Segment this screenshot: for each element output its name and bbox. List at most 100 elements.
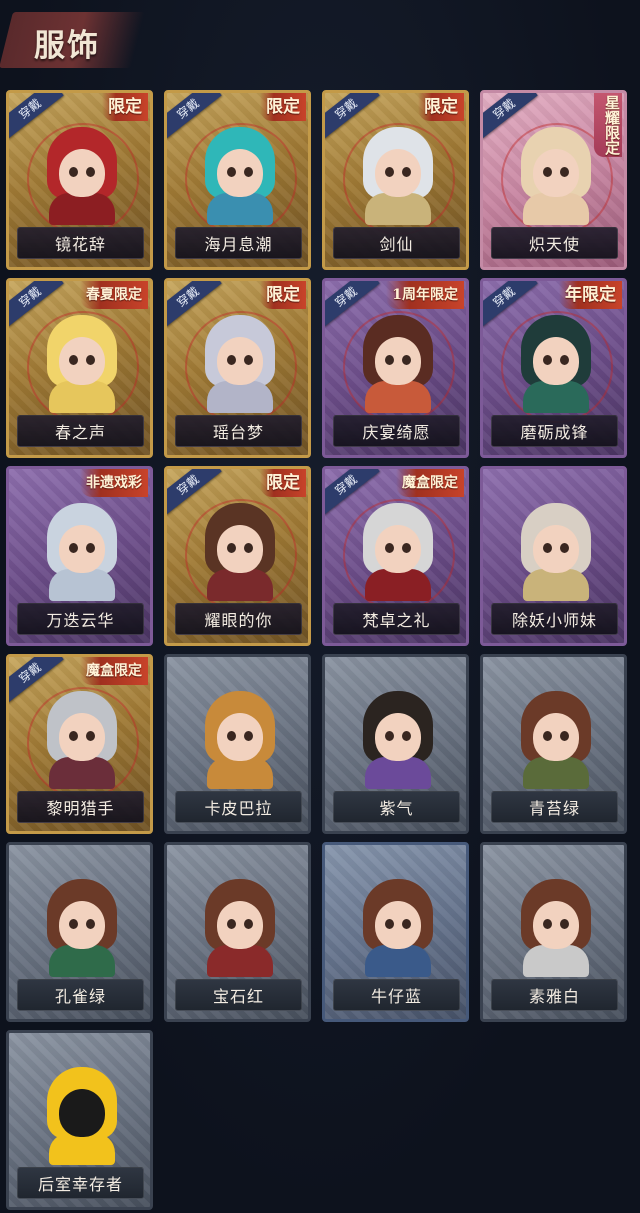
costume-name: 素雅白 xyxy=(491,979,618,1011)
portrait-body xyxy=(207,757,273,789)
portrait-body xyxy=(523,381,589,413)
portrait-face xyxy=(533,901,579,949)
portrait-eye xyxy=(560,731,569,741)
character-portrait xyxy=(517,879,595,977)
portrait-face xyxy=(217,149,263,197)
costume-name: 黎明猎手 xyxy=(17,791,144,823)
costume-card[interactable]: 魔盒限定 穿戴 黎明猎手 xyxy=(6,654,153,834)
portrait-face xyxy=(217,337,263,385)
character-portrait xyxy=(43,503,121,601)
costume-card[interactable]: 星耀限定 穿戴 炽天使 xyxy=(480,90,627,270)
portrait-face xyxy=(533,713,579,761)
costume-page: { "header": { "title": "服饰" }, "wear_lab… xyxy=(0,0,640,1213)
costume-card[interactable]: 除妖小师妹 xyxy=(480,466,627,646)
character-portrait xyxy=(359,691,437,789)
costume-card[interactable]: 春夏限定 穿戴 春之声 xyxy=(6,278,153,458)
character-portrait xyxy=(359,503,437,601)
costume-card[interactable]: 宝石红 xyxy=(164,842,311,1022)
character-portrait xyxy=(43,879,121,977)
portrait-body xyxy=(49,1133,115,1165)
character-portrait xyxy=(201,879,279,977)
portrait-eye xyxy=(560,919,569,929)
portrait-eye xyxy=(543,543,552,553)
portrait-eye xyxy=(69,167,78,177)
portrait-eye xyxy=(244,355,253,365)
limited-badge: 非遗戏彩 xyxy=(80,469,148,497)
costume-name: 瑶台梦 xyxy=(175,415,302,447)
portrait-body xyxy=(207,193,273,225)
costume-card[interactable]: 限定 穿戴 瑶台梦 xyxy=(164,278,311,458)
portrait-eye xyxy=(244,167,253,177)
costume-card[interactable]: 非遗戏彩 万迭云华 xyxy=(6,466,153,646)
portrait-eye xyxy=(244,919,253,929)
portrait-eye xyxy=(560,167,569,177)
costume-card[interactable]: 紫气 xyxy=(322,654,469,834)
portrait-eye xyxy=(86,167,95,177)
costume-name: 春之声 xyxy=(17,415,144,447)
portrait-body xyxy=(207,569,273,601)
costume-card[interactable]: 孔雀绿 xyxy=(6,842,153,1022)
costume-card[interactable]: 后室幸存者 xyxy=(6,1030,153,1210)
character-portrait xyxy=(201,503,279,601)
costume-name: 梵卓之礼 xyxy=(333,603,460,635)
limited-badge: 春夏限定 xyxy=(80,281,148,309)
portrait-face xyxy=(217,713,263,761)
portrait-eye xyxy=(543,355,552,365)
costume-card[interactable]: 限定 穿戴 耀眼的你 xyxy=(164,466,311,646)
limited-badge: 限定 xyxy=(260,93,306,121)
portrait-eye xyxy=(86,355,95,365)
portrait-eye xyxy=(227,919,236,929)
portrait-face xyxy=(375,337,421,385)
portrait-face xyxy=(533,525,579,573)
costume-name: 剑仙 xyxy=(333,227,460,259)
costume-name: 宝石红 xyxy=(175,979,302,1011)
portrait-eye xyxy=(227,543,236,553)
limited-badge: 限定 xyxy=(102,93,148,121)
character-portrait xyxy=(359,127,437,225)
character-portrait xyxy=(43,315,121,413)
header: 服饰 xyxy=(0,0,640,82)
portrait-face xyxy=(59,149,105,197)
costume-card[interactable]: 限定 穿戴 镜花辞 xyxy=(6,90,153,270)
portrait-face xyxy=(217,525,263,573)
costume-name: 庆宴绮愿 xyxy=(333,415,460,447)
character-portrait xyxy=(517,127,595,225)
costume-name: 海月息潮 xyxy=(175,227,302,259)
costume-card[interactable]: 牛仔蓝 xyxy=(322,842,469,1022)
portrait-eye xyxy=(227,355,236,365)
costume-name: 炽天使 xyxy=(491,227,618,259)
portrait-eye xyxy=(227,167,236,177)
costume-name: 磨砺成锋 xyxy=(491,415,618,447)
costume-card[interactable]: 限定 穿戴 剑仙 xyxy=(322,90,469,270)
portrait-body xyxy=(365,193,431,225)
costume-card[interactable]: 魔盒限定 穿戴 梵卓之礼 xyxy=(322,466,469,646)
costume-card[interactable]: 限定 穿戴 海月息潮 xyxy=(164,90,311,270)
costume-card[interactable]: 青苔绿 xyxy=(480,654,627,834)
costume-card[interactable]: 年限定 穿戴 磨砺成锋 xyxy=(480,278,627,458)
portrait-body xyxy=(49,381,115,413)
portrait-eye xyxy=(543,167,552,177)
portrait-eye xyxy=(385,167,394,177)
costume-card[interactable]: 1周年限定 穿戴 庆宴绮愿 xyxy=(322,278,469,458)
portrait-eye xyxy=(543,731,552,741)
portrait-eye xyxy=(244,731,253,741)
portrait-body xyxy=(49,945,115,977)
portrait-eye xyxy=(69,731,78,741)
character-portrait xyxy=(201,691,279,789)
portrait-eye xyxy=(385,919,394,929)
portrait-eye xyxy=(385,355,394,365)
character-portrait xyxy=(43,1067,121,1165)
costume-card[interactable]: 素雅白 xyxy=(480,842,627,1022)
portrait-eye xyxy=(402,919,411,929)
portrait-body xyxy=(365,569,431,601)
portrait-body xyxy=(49,193,115,225)
costume-card[interactable]: 卡皮巴拉 xyxy=(164,654,311,834)
portrait-eye xyxy=(402,731,411,741)
limited-badge: 限定 xyxy=(260,281,306,309)
portrait-eye xyxy=(227,731,236,741)
portrait-face xyxy=(59,713,105,761)
portrait-eye xyxy=(560,543,569,553)
costume-name: 紫气 xyxy=(333,791,460,823)
character-portrait xyxy=(43,691,121,789)
portrait-eye xyxy=(543,919,552,929)
